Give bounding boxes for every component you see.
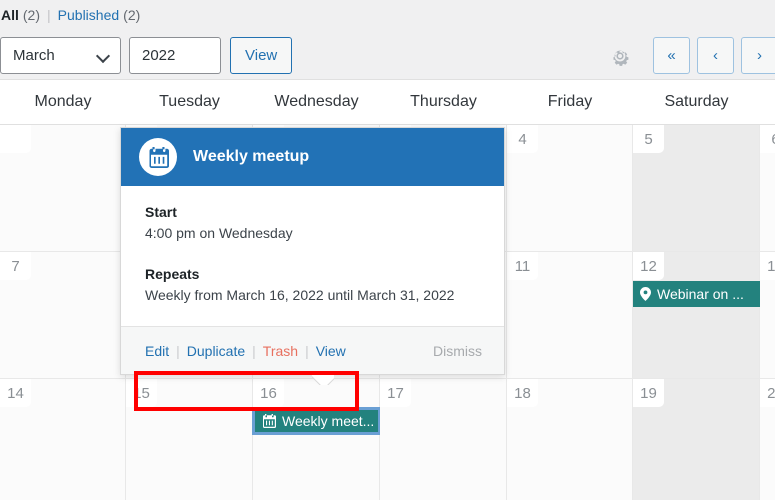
year-input[interactable]: [129, 37, 221, 74]
day-header-monday: Monday: [0, 80, 126, 124]
calendar-toolbar-right: « ‹ ›: [608, 33, 775, 78]
calendar-day-cell[interactable]: 19: [633, 379, 760, 500]
day-header-saturday: Saturday: [633, 80, 760, 124]
edit-link[interactable]: Edit: [145, 343, 169, 359]
day-number: 17: [380, 379, 411, 407]
status-filter-links: All (2) | Published (2): [0, 0, 140, 30]
popup-arrow: [312, 374, 334, 385]
event-chip-label: Webinar on ...: [657, 286, 744, 302]
calendar-day-cell[interactable]: 16 Weekly meet...: [253, 379, 380, 500]
calendar-day-cell[interactable]: 4: [507, 125, 633, 251]
popup-field-label: Repeats: [145, 266, 482, 282]
view-link[interactable]: View: [316, 343, 346, 359]
day-number: 14: [0, 379, 31, 407]
gear-icon[interactable]: [608, 44, 632, 68]
day-header-friday: Friday: [507, 80, 633, 124]
day-number: 20: [760, 379, 775, 407]
day-number: 4: [507, 125, 538, 153]
calendar-day-cell[interactable]: [0, 125, 126, 251]
day-number: 16: [253, 379, 284, 407]
popup-avatar: [139, 138, 177, 176]
nav-next-button[interactable]: ›: [741, 37, 775, 74]
calendar-day-cell[interactable]: 18: [507, 379, 633, 500]
day-number: 15: [126, 379, 157, 407]
calendar-day-cell[interactable]: 13: [760, 252, 775, 378]
event-chip-webinar[interactable]: Webinar on ...: [633, 281, 760, 307]
popup-header: Weekly meetup: [121, 128, 504, 186]
day-number: [0, 125, 31, 153]
day-header-sunday: [760, 80, 775, 124]
day-header-tuesday: Tuesday: [126, 80, 253, 124]
dismiss-button[interactable]: Dismiss: [433, 343, 482, 359]
day-number: 12: [633, 252, 664, 280]
action-separator: |: [252, 343, 256, 359]
day-number: 6: [760, 125, 775, 153]
status-filter-all-label: All: [1, 7, 19, 23]
calendar-icon: [148, 147, 169, 168]
day-number: 7: [0, 252, 31, 280]
calendar-day-cell[interactable]: 17: [380, 379, 507, 500]
event-details-popup: Weekly meetup Start 4:00 pm on Wednesday…: [120, 127, 505, 375]
calendar-day-cell[interactable]: 12 Webinar on ...: [633, 252, 760, 378]
chevron-down-icon: [97, 49, 110, 62]
popup-field-value: Weekly from March 16, 2022 until March 3…: [145, 285, 482, 306]
calendar-day-cell[interactable]: 5: [633, 125, 760, 251]
nav-prev-button[interactable]: ‹: [697, 37, 734, 74]
day-number: 11: [507, 252, 538, 280]
calendar-day-cell[interactable]: 6: [760, 125, 775, 251]
trash-link[interactable]: Trash: [263, 343, 298, 359]
popup-body: Start 4:00 pm on Wednesday Repeats Weekl…: [121, 186, 504, 326]
event-chip-weekly-meetup[interactable]: Weekly meet...: [253, 408, 380, 434]
status-filter-all-count: (2): [23, 7, 40, 23]
location-pin-icon: [640, 287, 651, 301]
nav-first-button[interactable]: «: [653, 37, 690, 74]
day-header-thursday: Thursday: [380, 80, 507, 124]
day-number: 5: [633, 125, 664, 153]
calendar-day-cell[interactable]: 15: [126, 379, 253, 500]
day-number: 13: [760, 252, 775, 280]
popup-field-value: 4:00 pm on Wednesday: [145, 223, 482, 244]
popup-field-repeats: Repeats Weekly from March 16, 2022 until…: [145, 266, 482, 306]
popup-title: Weekly meetup: [193, 148, 309, 166]
month-select[interactable]: March: [0, 37, 121, 74]
calendar-day-cell[interactable]: 14: [0, 379, 126, 500]
status-filter-separator: |: [47, 7, 51, 23]
view-button[interactable]: View: [230, 37, 292, 74]
month-select-value: March: [13, 47, 55, 64]
popup-field-start: Start 4:00 pm on Wednesday: [145, 204, 482, 244]
status-filter-published[interactable]: Published (2): [58, 7, 141, 23]
action-separator: |: [305, 343, 309, 359]
calendar-icon: [262, 414, 276, 428]
event-chip-label: Weekly meet...: [282, 413, 374, 429]
calendar-day-cell[interactable]: 7: [0, 252, 126, 378]
popup-field-label: Start: [145, 204, 482, 220]
day-number: 18: [507, 379, 538, 407]
calendar-day-cell[interactable]: 20: [760, 379, 775, 500]
popup-actions: Edit | Duplicate | Trash | View: [145, 343, 346, 359]
calendar-week-row: 14 15 16 Weekly meet... 17 18 19: [0, 379, 775, 500]
status-filter-all[interactable]: All (2): [1, 7, 40, 23]
calendar-screen: All (2) | Published (2) March View « ‹ ›…: [0, 0, 775, 500]
action-separator: |: [176, 343, 180, 359]
popup-footer: Edit | Duplicate | Trash | View Dismiss: [121, 326, 504, 374]
duplicate-link[interactable]: Duplicate: [187, 343, 245, 359]
calendar-day-cell[interactable]: 11: [507, 252, 633, 378]
calendar-day-headers: Monday Tuesday Wednesday Thursday Friday…: [0, 80, 775, 125]
status-filter-published-label[interactable]: Published: [58, 7, 120, 23]
day-number: 19: [633, 379, 664, 407]
day-header-wednesday: Wednesday: [253, 80, 380, 124]
status-filter-published-count: (2): [123, 7, 140, 23]
